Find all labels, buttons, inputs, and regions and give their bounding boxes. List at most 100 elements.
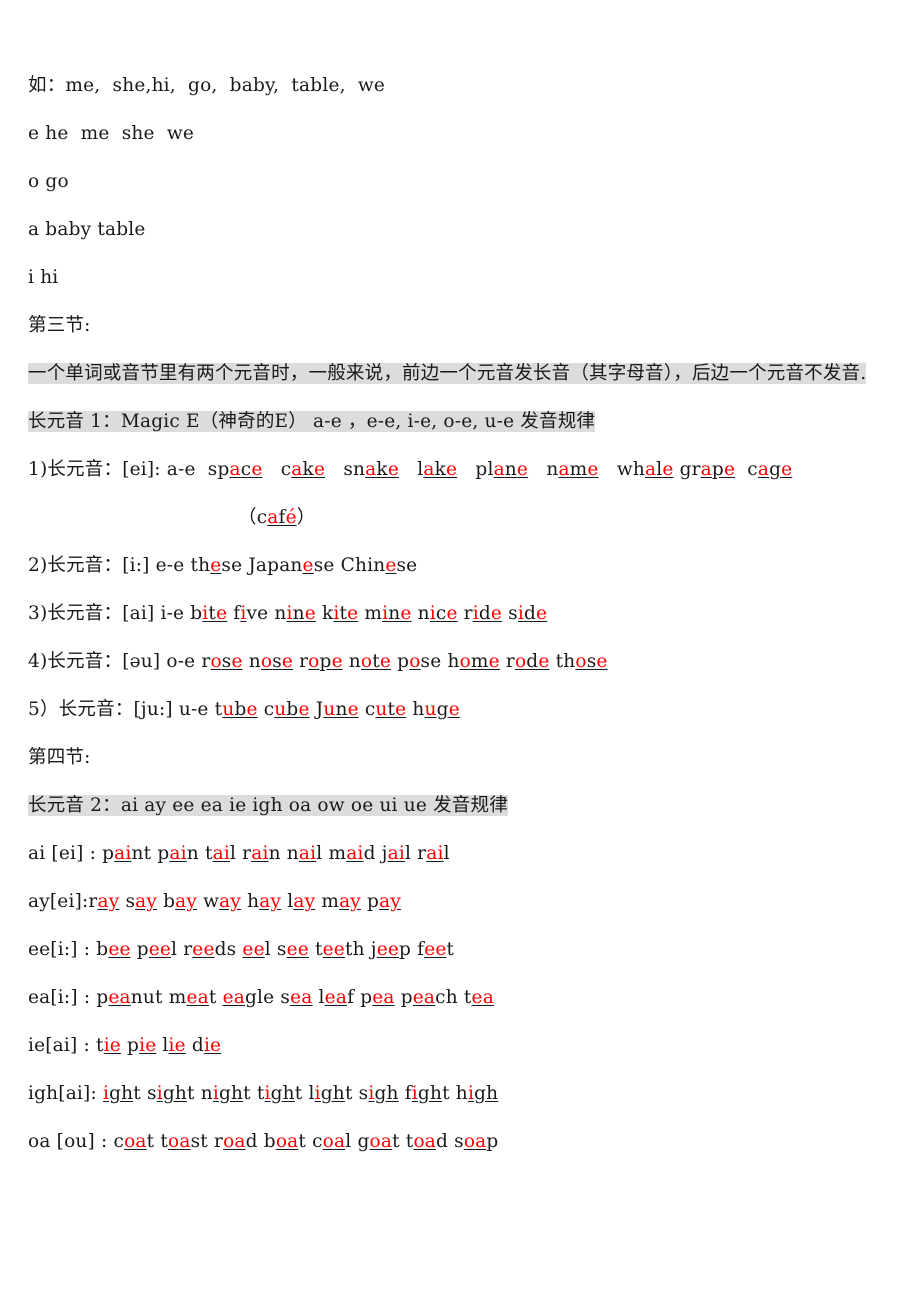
red-vowel: e <box>385 555 397 576</box>
underlined-run: afé <box>267 507 296 528</box>
underlined-run: ea <box>472 987 494 1008</box>
red-vowel: o <box>514 651 527 672</box>
underlined-run: ie <box>204 1035 221 1056</box>
underlined-run: ee <box>287 939 309 960</box>
red-vowel: oa <box>463 1131 487 1152</box>
red-vowel: ai <box>169 843 187 864</box>
red-vowel: e <box>400 603 412 624</box>
black-consonant: n <box>292 603 305 624</box>
underlined-run: ose <box>210 651 242 672</box>
red-vowel: ay <box>97 891 120 912</box>
underlined-run: ide <box>473 603 502 624</box>
underlined-run: ome <box>460 651 500 672</box>
underlined-run: igh <box>368 1083 398 1104</box>
underlined-run: ai <box>426 843 443 864</box>
red-vowel: e <box>387 459 399 480</box>
document-page: 如：me, she,hi, go, baby, table, we e he m… <box>0 0 920 1302</box>
long-vowel-2-heading: 长元音 2：ai ay ee ea ie igh oa ow oe ui ue … <box>28 782 900 830</box>
black-consonant: s <box>272 651 282 672</box>
red-vowel: oa <box>369 1131 393 1152</box>
black-consonant: s <box>586 651 597 672</box>
underlined-run: ea <box>186 987 208 1008</box>
underlined-run: ite <box>333 603 358 624</box>
underlined-run: oa <box>370 1131 393 1152</box>
underlined-run: ea <box>325 987 347 1008</box>
red-vowel: ay <box>175 891 198 912</box>
black-consonant: p <box>711 459 724 480</box>
underlined-run: ee <box>377 939 399 960</box>
red-vowel: ai <box>346 843 364 864</box>
underlined-run: igh <box>103 1083 133 1104</box>
black-consonant: m <box>569 459 588 480</box>
rule-segment-3: 后边一个元音不发音. <box>691 363 867 384</box>
underlined-run: ea <box>372 987 394 1008</box>
red-vowel: e <box>379 651 392 672</box>
red-vowel: o <box>210 651 222 672</box>
black-consonant: t <box>387 699 396 720</box>
red-vowel: e <box>446 603 458 624</box>
underlined-run: ine <box>382 603 411 624</box>
red-vowel: ee <box>192 939 215 960</box>
underlined-run: igh <box>157 1083 187 1104</box>
black-consonant: b <box>286 699 299 720</box>
underlined-run: age <box>758 459 792 480</box>
black-consonant: gh <box>417 1083 443 1104</box>
red-vowel: a <box>700 459 712 480</box>
underlined-run: ite <box>202 603 227 624</box>
rule-segment-1: 一个单词或音节里有两个元音时， <box>28 363 309 384</box>
underlined-run: ice <box>430 603 458 624</box>
underlined-run: ai <box>299 843 316 864</box>
section-four-heading: 第四节: <box>28 747 91 768</box>
red-vowel: ie <box>168 1035 186 1056</box>
red-vowel: e <box>536 603 548 624</box>
red-vowel: a <box>291 459 303 480</box>
black-consonant: n <box>335 699 348 720</box>
red-vowel: ee <box>148 939 172 960</box>
red-vowel: o <box>260 651 273 672</box>
red-vowel: e <box>662 459 674 480</box>
black-consonant: gh <box>218 1083 244 1104</box>
red-vowel: o <box>308 651 320 672</box>
red-vowel: e <box>516 459 529 480</box>
black-consonant: t <box>339 603 348 624</box>
underlined-run: ie <box>169 1035 186 1056</box>
long-vowel-1-rule-1: 1)长元音：[ei]: a-e space cake snake lake pl… <box>28 459 793 480</box>
underlined-run: ai <box>388 843 405 864</box>
red-vowel: ee <box>424 939 447 960</box>
red-vowel: u <box>323 699 336 720</box>
underlined-run: ace <box>230 459 263 480</box>
red-vowel: e <box>596 651 608 672</box>
red-vowel: ee <box>242 939 265 960</box>
underlined-run: ake <box>423 459 457 480</box>
underlined-run: ea <box>413 987 435 1008</box>
red-vowel: e <box>304 603 316 624</box>
red-vowel: u <box>222 699 235 720</box>
red-vowel: u <box>375 699 388 720</box>
red-vowel: ai <box>426 843 444 864</box>
black-consonant: g <box>769 459 782 480</box>
underlined-run: ee <box>323 939 345 960</box>
red-vowel: e <box>446 459 458 480</box>
underlined-run: ee <box>242 939 264 960</box>
red-vowel: e <box>587 459 599 480</box>
black-consonant: gh <box>320 1083 345 1104</box>
document-body: 如：me, she,hi, go, baby, table, we e he m… <box>28 62 900 1166</box>
long-vowel-1-heading-text: 长元音 1：Magic E（神奇的E） a-e ，e-e, i-e, o-e, … <box>28 411 596 432</box>
black-consonant: t <box>208 603 217 624</box>
underlined-run: e <box>210 555 221 576</box>
red-vowel: ie <box>139 1035 157 1056</box>
red-vowel: oa <box>168 1131 191 1152</box>
underlined-run: ai <box>114 843 131 864</box>
red-vowel: e <box>488 651 500 672</box>
red-vowel: e <box>538 651 550 672</box>
long-vowel-1-rule-2: 2)长元音：[i:] e-e these Japanese Chinese <box>28 555 418 576</box>
red-vowel: oa <box>223 1131 246 1152</box>
red-vowel: ea <box>324 987 348 1008</box>
red-vowel: ea <box>412 987 436 1008</box>
underlined-run: igh <box>213 1083 243 1104</box>
red-vowel: ay <box>339 891 361 912</box>
underlined-run: igh <box>315 1083 345 1104</box>
underlined-run: ea <box>290 987 312 1008</box>
red-vowel: ai <box>114 843 132 864</box>
long-vowel-2-heading-text: 长元音 2：ai ay ee ea ie igh oa ow oe ui ue … <box>28 795 508 816</box>
